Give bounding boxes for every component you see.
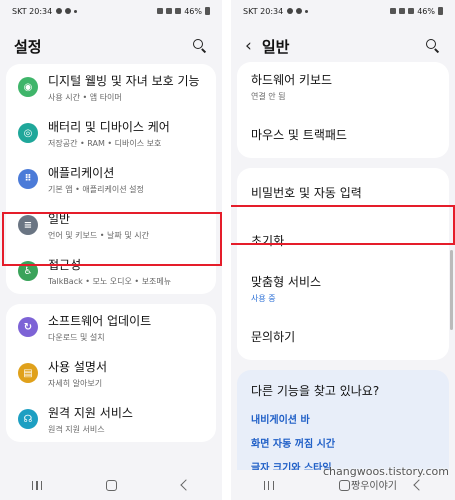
notification-icons bbox=[56, 8, 78, 14]
general-item-mouse-trackpad[interactable]: 마우스 및 트랙패드 bbox=[237, 110, 449, 158]
page-title: 일반 bbox=[261, 37, 290, 56]
scrollbar[interactable] bbox=[450, 250, 453, 330]
system-icons: 46% bbox=[390, 7, 443, 16]
software-update-icon: ↻ bbox=[18, 317, 38, 337]
item-title: 애플리케이션 bbox=[48, 165, 115, 180]
mute-icon bbox=[157, 8, 164, 14]
battery-icon bbox=[438, 7, 443, 15]
wifi-icon bbox=[166, 8, 173, 14]
recents-icon[interactable] bbox=[263, 480, 274, 490]
device-care-icon: ◎ bbox=[18, 123, 38, 143]
settings-item-software-update[interactable]: ↻ 소프트웨어 업데이트다운로드 및 설치 bbox=[6, 304, 216, 350]
apps-icon: ⠿ bbox=[18, 169, 38, 189]
general-item-contact-us[interactable]: 문의하기 bbox=[237, 312, 449, 360]
item-title: 문의하기 bbox=[251, 329, 296, 344]
general-highlight-box bbox=[2, 212, 222, 266]
back-nav-icon[interactable] bbox=[412, 479, 425, 491]
remote-support-icon: ☊ bbox=[18, 409, 38, 429]
settings-item-remote-support[interactable]: ☊ 원격 지원 서비스 원격 지원 서비스 bbox=[6, 396, 216, 442]
general-card-1: 하드웨어 키보드연결 안 됨 마우스 및 트랙패드 bbox=[237, 62, 449, 158]
item-title: 사용 설명서 bbox=[48, 359, 108, 374]
item-title: 마우스 및 트랙패드 bbox=[251, 127, 347, 142]
item-subtitle: 사용 중 bbox=[251, 293, 276, 303]
reset-highlight-box bbox=[231, 205, 455, 245]
page-title: 설정 bbox=[14, 37, 42, 56]
general-card-2: 비밀번호 및 자동 입력 초기화 맞춤형 서비스 사용 중 문의하기 bbox=[237, 168, 449, 360]
item-title: 소프트웨어 업데이트 bbox=[48, 313, 152, 328]
notification-icons bbox=[287, 8, 309, 14]
item-title: 디지털 웰빙 및 자녀 보호 기능 bbox=[48, 73, 200, 88]
wifi-icon bbox=[399, 8, 406, 14]
battery-level: 46% bbox=[417, 6, 435, 16]
navigation-bar bbox=[0, 470, 222, 500]
chat-icon bbox=[65, 8, 72, 14]
recents-icon[interactable] bbox=[32, 480, 43, 490]
suggest-link-navigation-bar[interactable]: 내비게이션 바 bbox=[251, 411, 435, 426]
search-icon[interactable] bbox=[192, 38, 208, 54]
suggest-link-screen-timeout[interactable]: 화면 자동 꺼짐 시간 bbox=[251, 435, 435, 450]
item-subtitle: 원격 지원 서비스 bbox=[48, 424, 105, 434]
status-carrier-time: SKT 20:34 bbox=[12, 6, 53, 16]
general-item-customization-service[interactable]: 맞춤형 서비스사용 중 bbox=[237, 264, 449, 312]
mute-icon bbox=[390, 8, 397, 14]
settings-screen: SKT 20:34 46% 설정 ◉ 디지털 웰빙 및 자녀 보호 기능사용 시… bbox=[0, 0, 222, 500]
item-subtitle: 기본 앱 • 애플리케이션 설정 bbox=[48, 184, 144, 194]
item-subtitle: 사용 시간 • 앱 타이머 bbox=[48, 92, 122, 102]
dot-icon bbox=[305, 9, 309, 13]
item-subtitle: 자세히 알아보기 bbox=[48, 378, 103, 388]
message-icon bbox=[56, 8, 63, 14]
settings-card-2: ↻ 소프트웨어 업데이트다운로드 및 설치 ▤ 사용 설명서자세히 알아보기 ☊… bbox=[6, 304, 216, 442]
back-arrow-icon[interactable]: ‹ bbox=[245, 36, 252, 56]
item-title: 맞춤형 서비스 bbox=[251, 274, 322, 289]
dot-icon bbox=[74, 9, 78, 13]
item-subtitle: 저장공간 • RAM • 디바이스 보호 bbox=[48, 138, 162, 148]
status-carrier-time: SKT 20:34 bbox=[243, 6, 284, 16]
signal-icon bbox=[175, 8, 182, 14]
settings-item-user-manual[interactable]: ▤ 사용 설명서자세히 알아보기 bbox=[6, 350, 216, 396]
battery-level: 46% bbox=[184, 6, 202, 16]
item-title: 비밀번호 및 자동 입력 bbox=[251, 185, 362, 200]
battery-icon bbox=[205, 7, 210, 15]
item-subtitle: 연결 안 됨 bbox=[251, 91, 286, 101]
watermark-name: 짱우이야기 bbox=[351, 481, 397, 492]
search-icon[interactable] bbox=[425, 38, 441, 54]
user-manual-icon: ▤ bbox=[18, 363, 38, 383]
item-subtitle: 다운로드 및 설치 bbox=[48, 332, 105, 342]
item-title: 하드웨어 키보드 bbox=[251, 72, 333, 87]
settings-item-applications[interactable]: ⠿ 애플리케이션기본 앱 • 애플리케이션 설정 bbox=[6, 156, 216, 202]
item-title: 배터리 및 디바이스 케어 bbox=[48, 119, 170, 134]
status-bar: SKT 20:34 46% bbox=[231, 0, 455, 22]
back-nav-icon[interactable] bbox=[180, 479, 192, 491]
status-bar: SKT 20:34 46% bbox=[0, 0, 222, 22]
item-subtitle: TalkBack • 모노 오디오 • 보조메뉴 bbox=[48, 276, 172, 286]
system-icons: 46% bbox=[157, 7, 210, 16]
general-item-hardware-keyboard[interactable]: 하드웨어 키보드연결 안 됨 bbox=[237, 62, 449, 110]
chat-icon bbox=[296, 8, 303, 14]
suggestions-question: 다른 기능을 찾고 있나요? bbox=[251, 384, 380, 398]
general-screen: SKT 20:34 46% ‹ 일반 하드웨어 키보드연결 안 됨 마우스 및 … bbox=[231, 0, 455, 500]
settings-item-digital-wellbeing[interactable]: ◉ 디지털 웰빙 및 자녀 보호 기능사용 시간 • 앱 타이머 bbox=[6, 64, 216, 110]
item-title: 원격 지원 서비스 bbox=[48, 405, 133, 420]
signal-icon bbox=[408, 8, 415, 14]
digital-wellbeing-icon: ◉ bbox=[18, 77, 38, 97]
home-icon[interactable] bbox=[106, 479, 118, 491]
settings-item-device-care[interactable]: ◎ 배터리 및 디바이스 케어저장공간 • RAM • 디바이스 보호 bbox=[6, 110, 216, 156]
settings-header: 설정 bbox=[0, 22, 222, 70]
home-icon[interactable] bbox=[338, 479, 350, 491]
message-icon bbox=[287, 8, 294, 14]
